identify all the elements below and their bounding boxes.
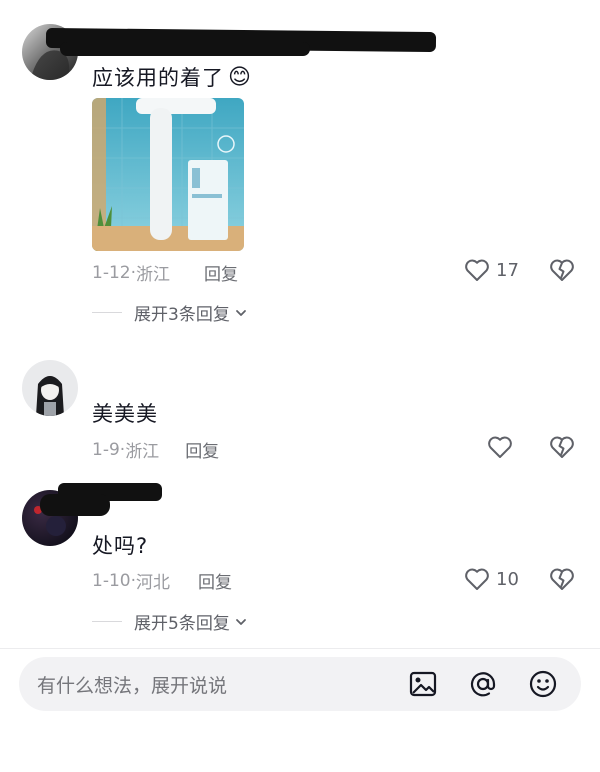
commenter-avatar[interactable] <box>22 360 78 416</box>
broken-heart-icon <box>550 568 574 590</box>
like-button[interactable]: 10 <box>464 567 519 591</box>
smiley-icon[interactable] <box>527 668 559 700</box>
comment-text: 应该用的着了 😊 <box>92 62 252 92</box>
expand-replies-button[interactable]: 展开5条回复 <box>92 609 248 634</box>
redacted-username-tail <box>40 494 110 516</box>
comment-body: 美美美 <box>92 402 158 426</box>
like-button[interactable] <box>487 435 519 459</box>
like-button[interactable]: 17 <box>464 258 519 282</box>
dislike-button[interactable] <box>549 567 575 595</box>
comment-date: 1-9 <box>92 439 120 460</box>
smiley-emoji: 😊 <box>228 64 252 90</box>
expand-label: 展开3条回复 <box>134 305 230 325</box>
dislike-button[interactable] <box>549 435 575 463</box>
comment-input-placeholder[interactable]: 有什么想法，展开说说 <box>37 671 581 698</box>
expand-replies-button[interactable]: 展开3条回复 <box>92 300 248 325</box>
comment-image[interactable] <box>92 98 244 251</box>
bottom-divider <box>0 648 600 649</box>
comment-location: 河北 <box>136 573 170 593</box>
comment-input[interactable]: 有什么想法，展开说说 <box>19 657 581 711</box>
broken-heart-icon <box>550 436 574 458</box>
redacted-username-tail <box>60 42 310 56</box>
broken-heart-icon <box>550 259 574 281</box>
reply-button[interactable]: 回复 <box>198 568 232 593</box>
heart-outline-icon <box>465 568 489 590</box>
comment-meta: 1-12 · 浙江 回复 <box>92 260 238 286</box>
image-icon[interactable] <box>407 668 439 700</box>
comment-body: 应该用的着了 <box>92 66 224 90</box>
at-icon[interactable] <box>467 668 499 700</box>
like-count: 17 <box>496 259 519 281</box>
like-count: 10 <box>496 568 519 590</box>
comment-text: 美美美 <box>92 398 158 428</box>
comment-text: 处吗? <box>92 530 148 560</box>
comment-meta: 1-9 · 浙江 回复 <box>92 437 219 463</box>
comment-date: 1-12 <box>92 262 131 283</box>
comment-body: 处吗? <box>92 534 149 558</box>
chevron-down-icon <box>235 618 246 625</box>
chevron-down-icon <box>235 309 246 316</box>
expand-divider <box>92 621 122 622</box>
comment-location: 浙江 <box>136 265 170 285</box>
comment-date: 1-10 <box>92 570 131 591</box>
dislike-button[interactable] <box>549 258 575 286</box>
comment-meta: 1-10 · 河北 回复 <box>92 568 232 594</box>
comment-location: 浙江 <box>125 442 160 462</box>
expand-label: 展开5条回复 <box>134 614 230 634</box>
reply-button[interactable]: 回复 <box>185 437 219 462</box>
heart-outline-icon <box>488 436 512 458</box>
expand-divider <box>92 312 122 313</box>
reply-button[interactable]: 回复 <box>204 260 238 285</box>
heart-outline-icon <box>465 259 489 281</box>
